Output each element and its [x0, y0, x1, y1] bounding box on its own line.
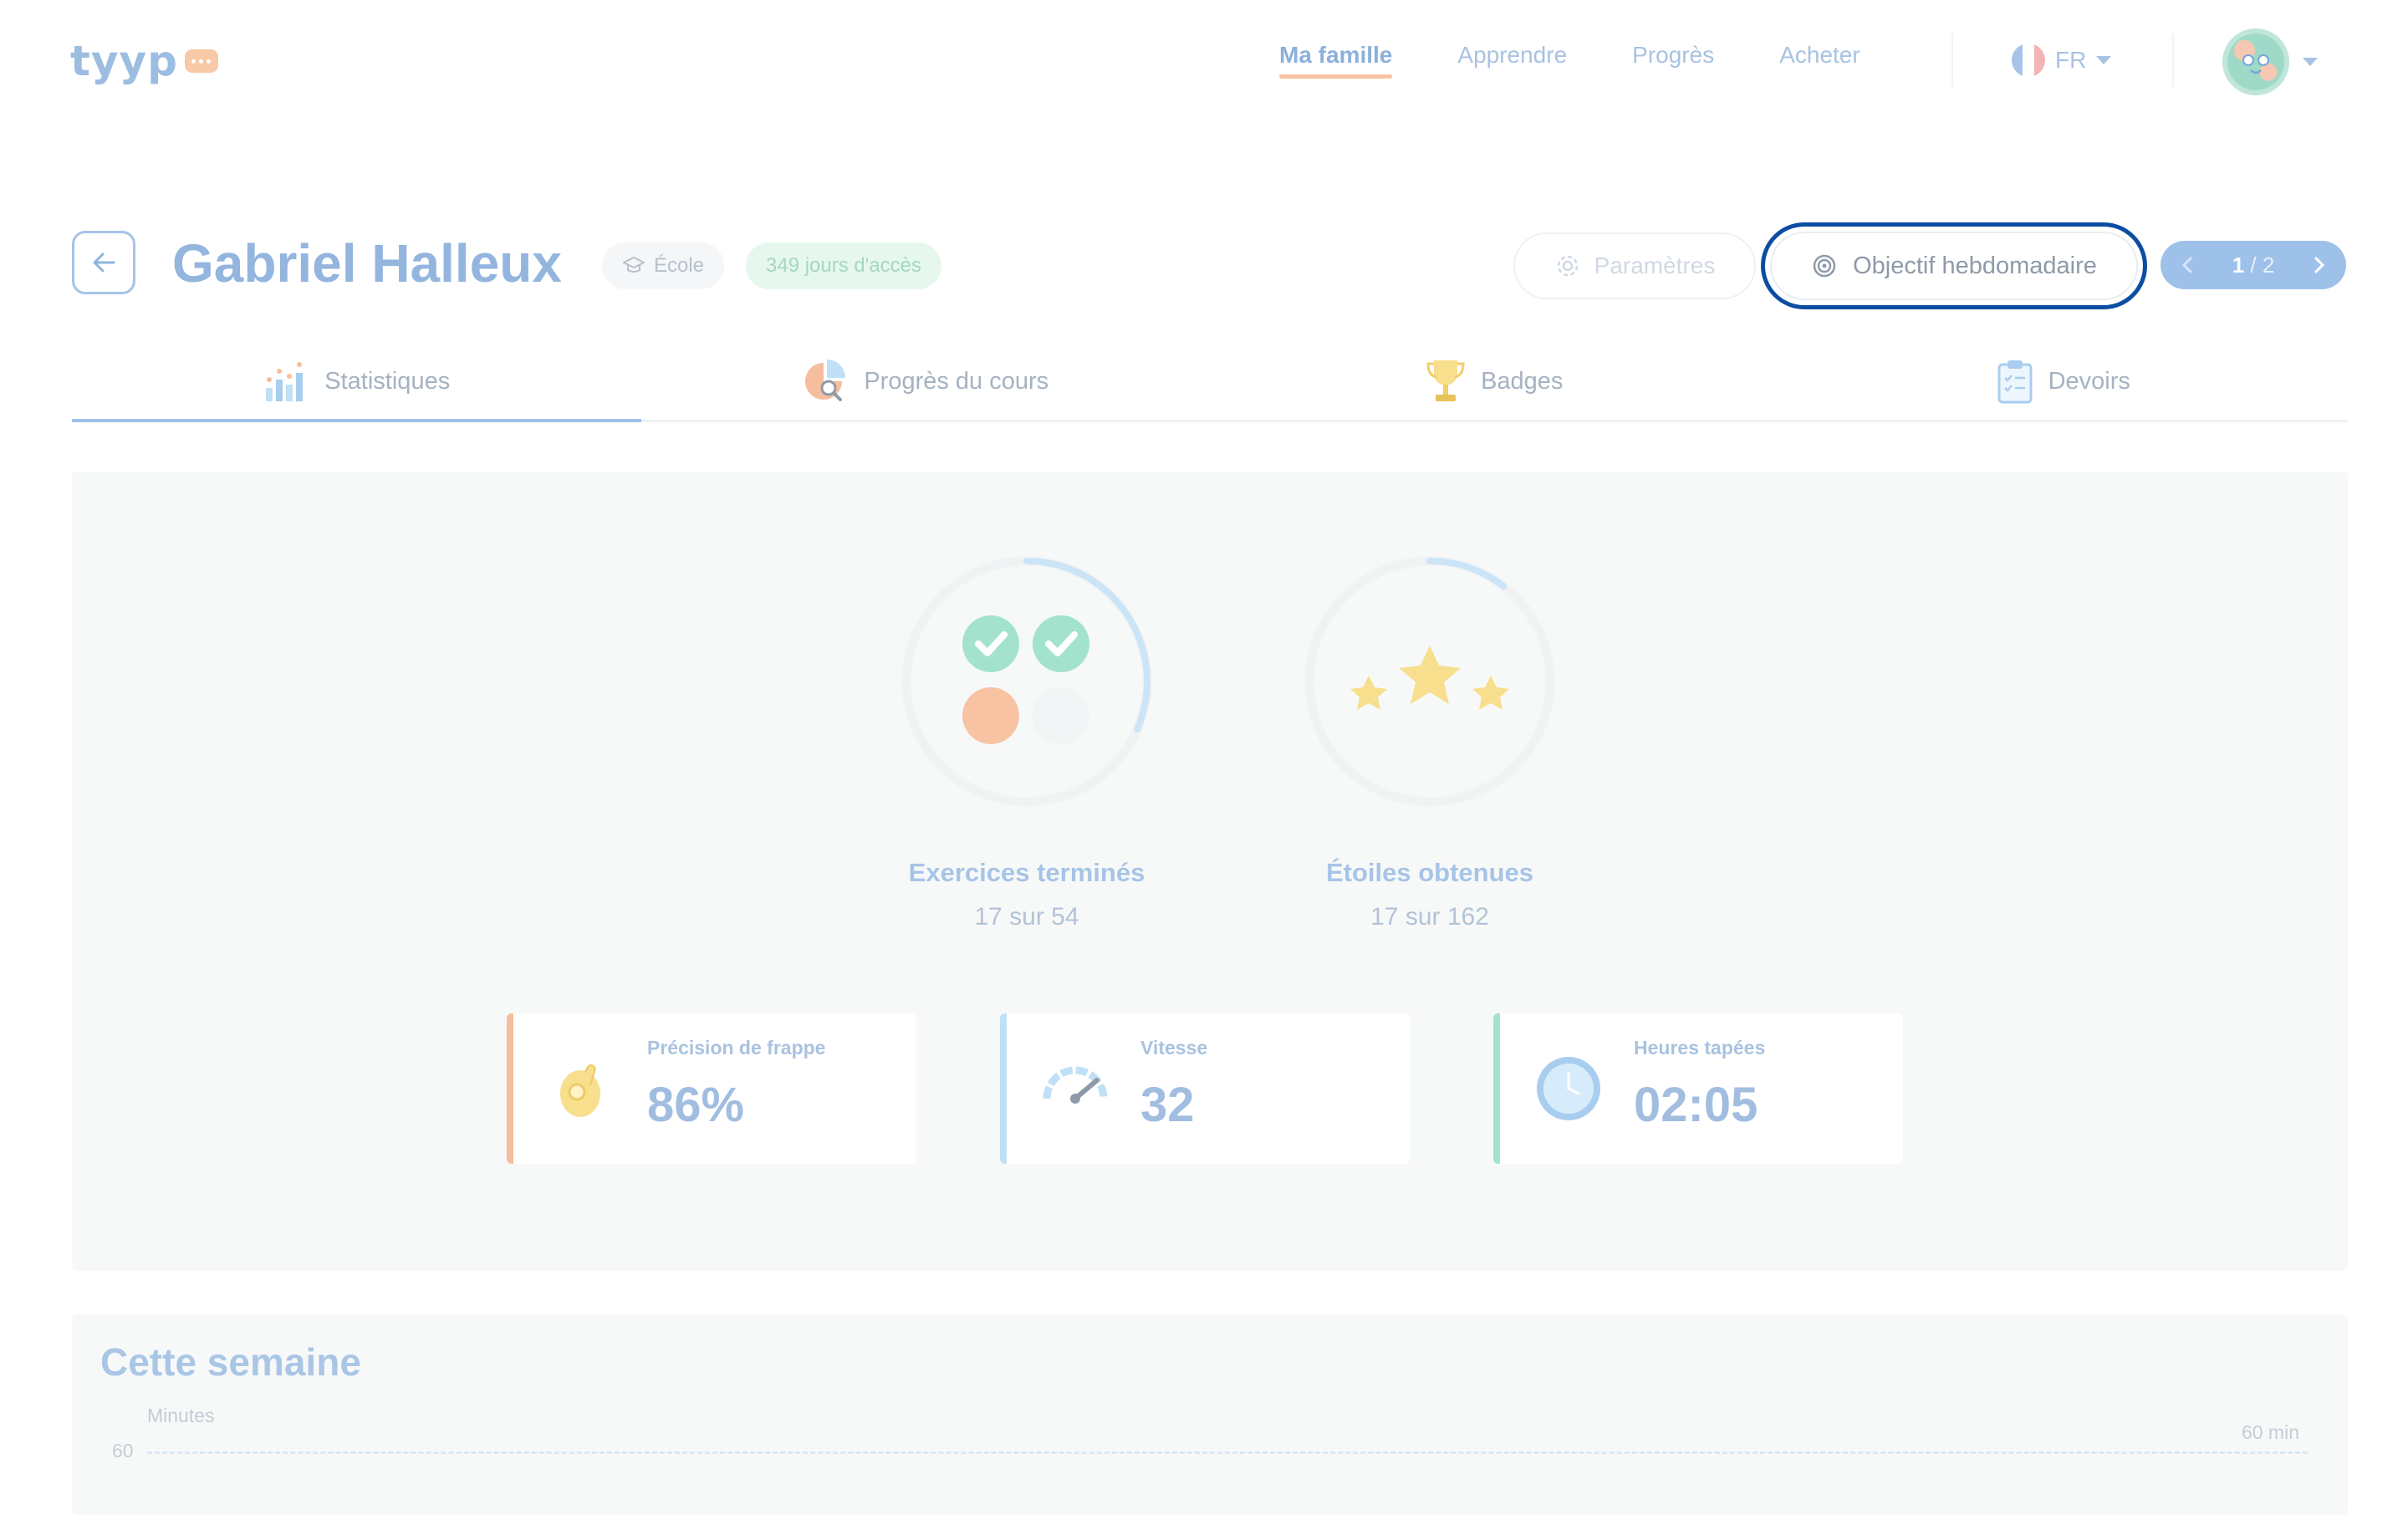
nav-link-progres[interactable]: Progrès	[1632, 42, 1714, 79]
exercises-title: Exercices terminés	[908, 858, 1145, 887]
pager-total: / 2	[2250, 252, 2275, 278]
speedometer-icon	[1043, 1066, 1108, 1104]
y-axis-title: Minutes	[147, 1405, 215, 1426]
tab-devoirs-label: Devoirs	[2048, 367, 2130, 395]
hours-typed-value: 02:05	[1634, 1078, 1758, 1132]
settings-button-label: Paramètres	[1594, 252, 1716, 278]
nav-link-ma-famille[interactable]: Ma famille	[1279, 42, 1393, 79]
clock-icon	[1537, 1057, 1600, 1120]
stars-title: Étoiles obtenues	[1325, 858, 1534, 887]
exercises-count: 17 sur 54	[974, 903, 1079, 931]
avatar	[2222, 28, 2289, 95]
clipboard-icon	[1997, 360, 2033, 404]
next-student-button[interactable]	[2311, 255, 2328, 275]
goal-line-label: 60 min	[2241, 1421, 2299, 1443]
target-icon	[1813, 254, 1836, 278]
tab-badges[interactable]: Badges	[1210, 343, 1779, 420]
exercise-dots-icon	[962, 615, 1089, 744]
access-days-label: 349 jours d'accès	[766, 254, 922, 277]
statistics-panel: Exercices terminés 17 sur 54 Étoiles obt…	[72, 472, 2348, 1271]
chevron-left-icon	[2181, 257, 2192, 273]
logo-text: tyyp	[70, 37, 178, 85]
weekly-goal-button[interactable]: Objectif hebdomadaire	[1761, 222, 2147, 309]
nav-divider	[1951, 33, 1953, 87]
school-badge-label: École	[654, 254, 705, 277]
speed-card: Vitesse 32	[1000, 1013, 1410, 1164]
speed-label: Vitesse	[1140, 1037, 1208, 1058]
tab-progres-du-cours[interactable]: Progrès du cours	[641, 343, 1211, 420]
hours-typed-card: Heures tapées 02:05	[1493, 1013, 1903, 1164]
language-selector[interactable]: FR	[2012, 43, 2112, 77]
card-accent-bar	[1493, 1013, 1500, 1164]
card-accent-bar	[1000, 1013, 1007, 1164]
chat-bubble-icon	[184, 49, 218, 73]
arrow-left-icon	[93, 252, 115, 273]
nav-link-acheter[interactable]: Acheter	[1779, 42, 1860, 79]
tab-statistiques[interactable]: Statistiques	[72, 343, 641, 422]
settings-button[interactable]: Paramètres	[1513, 232, 1756, 299]
pager-current: 1	[2232, 252, 2245, 278]
pager-position: 1 / 2	[2232, 252, 2275, 278]
stars-stat: Étoiles obtenues 17 sur 162	[1288, 552, 1572, 931]
exercises-stat: Exercices terminés 17 sur 54	[885, 552, 1169, 931]
gear-icon	[1557, 255, 1578, 277]
hours-typed-label: Heures tapées	[1634, 1037, 1766, 1058]
chevron-right-icon	[2314, 257, 2325, 273]
stars-count: 17 sur 162	[1370, 903, 1489, 931]
previous-student-button[interactable]	[2179, 255, 2196, 275]
pie-magnifier-icon	[805, 360, 846, 401]
this-week-panel: Cette semaine Minutes 60 60 min	[72, 1314, 2348, 1515]
language-code: FR	[2055, 47, 2087, 73]
tab-devoirs[interactable]: Devoirs	[1779, 343, 2349, 420]
stars-progress-ring	[1300, 552, 1559, 811]
french-flag-icon	[2012, 43, 2045, 77]
goal-dashed-line	[147, 1451, 2308, 1454]
nav-divider	[2172, 33, 2174, 87]
top-navigation: tyyp Ma famille Apprendre Progrès Achete…	[0, 0, 2408, 125]
back-button[interactable]	[72, 231, 135, 294]
tyyp-logo[interactable]: tyyp	[70, 37, 218, 85]
trophy-icon	[1426, 360, 1465, 401]
weekly-goal-button-body: Objectif hebdomadaire	[1770, 232, 2138, 300]
typing-accuracy-value: 86%	[647, 1078, 745, 1132]
y-axis-tick: 60	[112, 1440, 134, 1461]
student-tabs: Statistiques Progrès du cours Badges Dev…	[72, 343, 2348, 422]
bar-chart-icon	[266, 362, 304, 401]
typing-accuracy-card: Précision de frappe 86%	[507, 1013, 916, 1164]
access-days-badge: 349 jours d'accès	[746, 242, 942, 289]
card-accent-bar	[507, 1013, 513, 1164]
chevron-down-icon	[2096, 56, 2112, 64]
account-menu[interactable]	[2222, 28, 2318, 95]
tab-badges-label: Badges	[1481, 367, 1564, 395]
student-name: Gabriel Halleux	[172, 233, 562, 293]
exercises-progress-ring	[897, 552, 1156, 811]
main-nav: Ma famille Apprendre Progrès Acheter	[1279, 42, 1860, 79]
school-badge: École	[602, 242, 725, 289]
student-pager: 1 / 2	[2161, 241, 2346, 289]
chevron-down-icon	[2303, 58, 2318, 66]
tab-statistiques-label: Statistiques	[324, 367, 451, 395]
stars-icon	[1350, 645, 1509, 710]
weekly-goal-label: Objectif hebdomadaire	[1853, 252, 2097, 279]
speed-value: 32	[1140, 1078, 1195, 1132]
tab-progres-label: Progrès du cours	[864, 367, 1049, 395]
this-week-title: Cette semaine	[100, 1340, 361, 1384]
ok-hand-icon	[560, 1064, 600, 1117]
graduation-cap-icon	[623, 257, 645, 273]
typing-accuracy-label: Précision de frappe	[647, 1037, 826, 1058]
nav-link-apprendre[interactable]: Apprendre	[1457, 42, 1567, 79]
